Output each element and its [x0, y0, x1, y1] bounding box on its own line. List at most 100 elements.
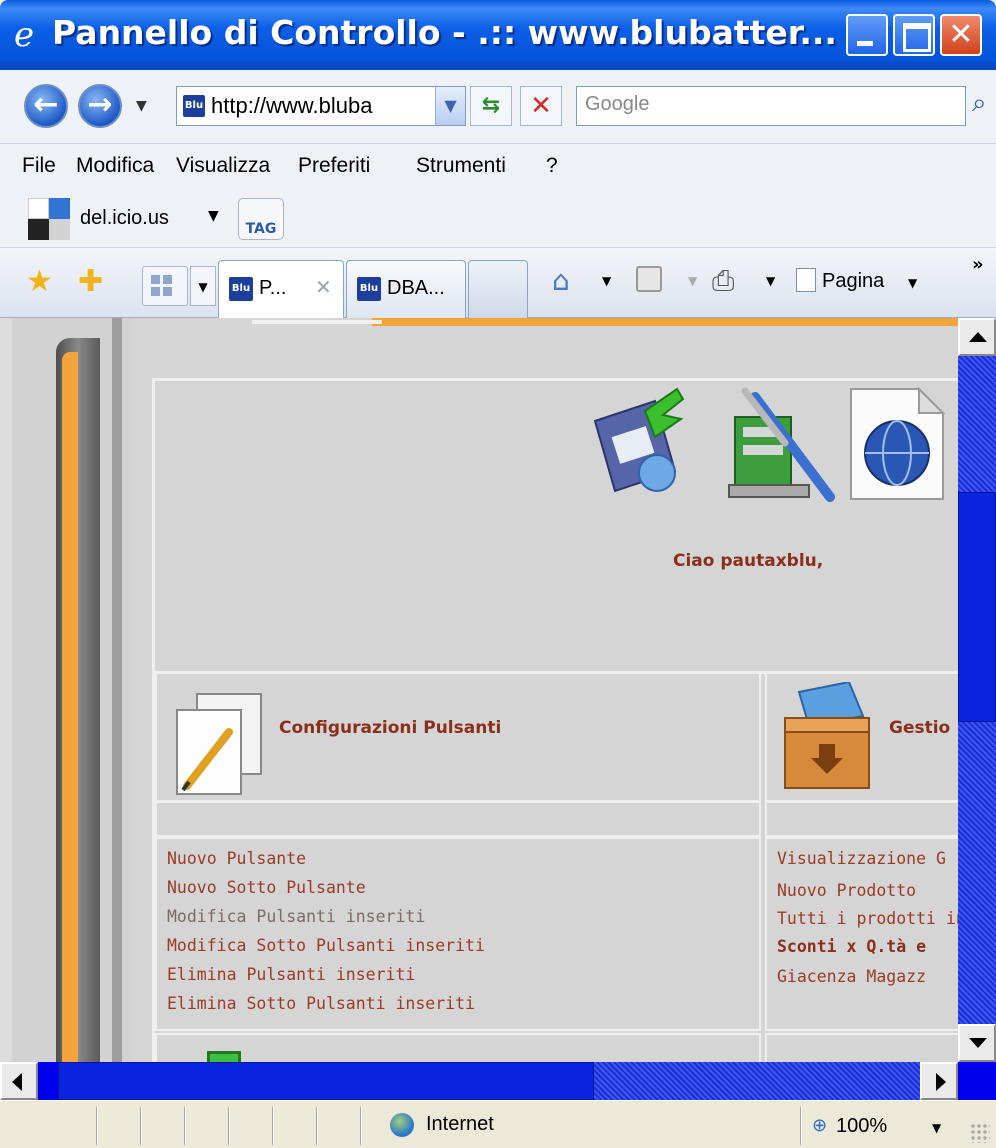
close-icon: ✕	[948, 17, 974, 52]
new-tab-button[interactable]	[468, 260, 528, 318]
left-divider	[112, 318, 122, 1062]
section-title-config[interactable]: Configurazioni Pulsanti	[279, 718, 501, 738]
address-input[interactable]: http://www.bluba	[211, 93, 429, 119]
link-modifica-pulsanti[interactable]: Modifica Pulsanti inseriti	[167, 907, 425, 926]
print-icon[interactable]: ⎙	[712, 264, 734, 298]
tab-pannello[interactable]: Blu P... ✕	[218, 260, 344, 318]
top-light-line	[252, 320, 382, 324]
delicious-icon[interactable]	[28, 198, 70, 240]
section-header-row: Configurazioni Pulsanti Gestio	[155, 671, 958, 802]
site-favicon-icon: Blu	[229, 277, 253, 301]
zoom-icon[interactable]: ⊕	[812, 1115, 827, 1136]
resize-grip[interactable]	[970, 1123, 990, 1143]
menu-strumenti[interactable]: Strumenti	[416, 154, 506, 178]
tab-dba[interactable]: Blu DBA...	[346, 260, 466, 318]
ie-logo-icon: e	[14, 15, 35, 55]
menu-modifica[interactable]: Modifica	[76, 154, 154, 178]
search-input[interactable]: Google	[585, 93, 650, 116]
section-gestione: Gestio	[765, 674, 958, 802]
page-viewport: Ciao pautaxblu, Configurazioni Pulsanti	[0, 318, 958, 1062]
feeds-dropdown-icon[interactable]: ▼	[688, 274, 697, 288]
web-page-icon[interactable]	[847, 385, 947, 503]
config-links-list: Nuovo Pulsante Nuovo Sotto Pulsante Modi…	[155, 837, 761, 1031]
zoom-dropdown-icon[interactable]: ▼	[932, 1121, 941, 1135]
window-title: Pannello di Controllo - .:: www.blubatte…	[52, 13, 837, 52]
left-orange-border	[62, 352, 78, 1062]
favorites-star-icon[interactable]: ★	[26, 264, 53, 299]
page-dropdown-icon: ▼	[908, 276, 918, 290]
menu-preferiti[interactable]: Preferiti	[298, 154, 370, 178]
link-modifica-sotto-pulsanti[interactable]: Modifica Sotto Pulsanti inseriti	[167, 936, 485, 955]
close-button[interactable]: ✕	[940, 14, 982, 56]
quick-tabs-button[interactable]	[142, 266, 188, 306]
menu-bar: File Modifica Visualizza Preferiti Strum…	[0, 144, 996, 190]
section-config-buttons: Configurazioni Pulsanti	[155, 674, 761, 802]
scroll-track[interactable]	[594, 1062, 920, 1100]
tab-list-dropdown-icon[interactable]: ▼	[190, 266, 216, 306]
minimize-button[interactable]	[846, 14, 888, 56]
gestione-links-list: Visualizzazione G Nuovo Prodotto Tutti i…	[765, 837, 958, 1031]
toolbar-overflow-icon[interactable]: »	[972, 254, 984, 275]
link-elimina-sotto-pulsanti[interactable]: Elimina Sotto Pulsanti inseriti	[167, 994, 475, 1013]
back-button[interactable]: ←	[24, 84, 68, 128]
greeting-text: Ciao pautaxblu,	[673, 551, 824, 571]
section-title-gestione[interactable]: Gestio	[889, 718, 950, 738]
scroll-down-icon[interactable]	[958, 1024, 996, 1062]
link-nuovo-sotto-pulsante[interactable]: Nuovo Sotto Pulsante	[167, 878, 366, 897]
page-menu-button[interactable]: Pagina ▼	[796, 264, 952, 300]
link-giacenza[interactable]: Giacenza Magazz	[777, 967, 926, 986]
spacer-cell	[765, 801, 958, 837]
add-favorite-icon[interactable]: ✚	[78, 264, 103, 299]
search-icon[interactable]: ⌕	[972, 88, 987, 119]
link-elimina-pulsanti[interactable]: Elimina Pulsanti inseriti	[167, 965, 415, 984]
link-nuovo-prodotto[interactable]: Nuovo Prodotto	[777, 881, 916, 900]
menu-help[interactable]: ?	[546, 154, 558, 178]
security-zone-label[interactable]: Internet	[426, 1113, 494, 1136]
product-box-icon	[784, 682, 870, 789]
link-visualizzazione[interactable]: Visualizzazione G	[777, 849, 946, 868]
refresh-button[interactable]: ⇆	[470, 86, 512, 126]
link-tutti-prodotti[interactable]: Tutti i prodotti ins	[777, 909, 958, 928]
tag-button[interactable]: TAG	[238, 198, 284, 240]
next-section-cell	[765, 1033, 958, 1062]
maximize-button[interactable]	[893, 14, 935, 56]
status-separator	[800, 1107, 802, 1145]
status-separator	[140, 1107, 142, 1145]
status-separator	[96, 1107, 98, 1145]
scroll-left-icon[interactable]	[0, 1062, 38, 1100]
link-sconti[interactable]: Sconti x Q.tà e	[777, 937, 926, 956]
status-separator	[272, 1107, 274, 1145]
forward-button[interactable]: →	[78, 84, 122, 128]
scroll-track[interactable]	[958, 722, 996, 1024]
menu-visualizza[interactable]: Visualizza	[176, 154, 270, 178]
address-dropdown-icon[interactable]: ▼	[435, 87, 465, 125]
scroll-right-icon[interactable]	[920, 1062, 958, 1100]
title-bar[interactable]: e Pannello di Controllo - .:: www.blubat…	[0, 0, 996, 70]
address-bar[interactable]: Blu http://www.bluba ▼	[176, 86, 466, 126]
stop-button[interactable]: ✕	[520, 86, 562, 126]
zoom-level[interactable]: 100%	[836, 1115, 887, 1138]
tab-close-icon[interactable]: ✕	[315, 275, 332, 299]
horizontal-scrollbar[interactable]	[0, 1062, 958, 1100]
tools-icon[interactable]	[725, 387, 845, 507]
left-decoration	[12, 318, 132, 1062]
home-icon[interactable]: ⌂	[552, 264, 570, 297]
link-nuovo-pulsante[interactable]: Nuovo Pulsante	[167, 849, 306, 868]
delicious-dropdown-icon[interactable]: ▼	[208, 208, 219, 224]
backup-disk-icon[interactable]	[585, 381, 695, 501]
history-dropdown-icon[interactable]: ▼	[136, 98, 147, 114]
menu-file[interactable]: File	[22, 154, 56, 178]
scroll-up-icon[interactable]	[958, 318, 996, 356]
delicious-button[interactable]: del.icio.us	[80, 207, 169, 230]
vertical-scroll-thumb[interactable]	[958, 492, 996, 722]
next-section-cell	[155, 1033, 761, 1062]
horizontal-scroll-thumb[interactable]	[58, 1062, 594, 1100]
status-separator	[184, 1107, 186, 1145]
feeds-icon[interactable]	[636, 266, 662, 292]
vertical-scrollbar[interactable]	[958, 318, 996, 1062]
scroll-track[interactable]	[958, 356, 996, 492]
spacer-cell	[155, 801, 761, 837]
search-box[interactable]: Google	[576, 86, 966, 126]
home-dropdown-icon[interactable]: ▼	[602, 274, 611, 288]
print-dropdown-icon[interactable]: ▼	[766, 274, 775, 288]
